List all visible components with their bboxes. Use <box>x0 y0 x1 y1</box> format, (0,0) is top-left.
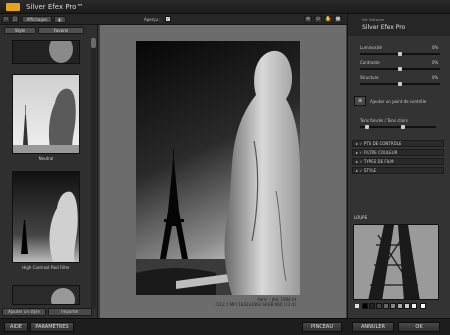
contraste-slider[interactable] <box>360 67 440 71</box>
tone-slider[interactable] <box>360 125 436 129</box>
eiffel-statue-image <box>136 41 300 295</box>
section-label: FILTRE COULEUR <box>363 150 398 155</box>
hand-icon[interactable]: ✋ <box>324 16 332 23</box>
tab-favoris[interactable]: Favoris <box>38 27 84 34</box>
swatch-6[interactable] <box>397 303 403 309</box>
tab-style[interactable]: Style <box>4 27 36 34</box>
preview-photo[interactable] <box>136 41 300 295</box>
structure-slider[interactable] <box>360 82 440 86</box>
luminosite-value: 0% <box>432 45 439 50</box>
app-logo-icon <box>6 3 20 11</box>
section-control-points[interactable]: ▸ ✓ PTS DE CONTRÔLE <box>352 140 444 147</box>
style-list-scrollbar[interactable] <box>91 38 96 308</box>
panel-title: Silver Efex Pro <box>362 24 406 31</box>
expand-icon: ▸ ✓ <box>356 141 364 146</box>
style-thumb-high-contrast[interactable] <box>12 171 80 263</box>
section-label: PTS DE CONTRÔLE <box>363 141 402 146</box>
expand-icon: ▸ ✓ <box>356 159 364 164</box>
section-film-types[interactable]: ▸ ✓ TYPES DE FILM <box>352 158 444 165</box>
tone-knob-left[interactable] <box>365 125 369 129</box>
apercu-checkbox[interactable]: ✓ <box>165 16 171 22</box>
swatch-9[interactable] <box>420 303 426 309</box>
expand-icon: ▸ ✓ <box>356 168 364 173</box>
structure-value: 0% <box>432 75 439 80</box>
structure-label: Structure <box>360 75 379 80</box>
photo-meta: (112.7 MP) 1842x2662 SRGB 8bit (12:4) <box>215 302 296 307</box>
preview-canvas: Paris – JAH_1984.tif (112.7 MP) 1842x266… <box>100 25 346 318</box>
loupe-image <box>354 225 438 299</box>
thumb-label-high-contrast: High Contrast Red Filter <box>22 265 70 270</box>
nik-software-label: Nik Software <box>362 18 385 22</box>
style-thumb-neutral[interactable] <box>12 74 80 154</box>
import-button[interactable]: Importer <box>48 308 92 316</box>
swatch-5[interactable] <box>390 303 396 309</box>
thumb-neutral-image <box>13 75 79 153</box>
affichages-button[interactable]: Affichages <box>22 16 52 23</box>
structure-knob[interactable] <box>398 82 402 86</box>
app-window: Silver Efex Pro™ ▭ ◫ Affichages ◧ Aperçu… <box>0 0 450 335</box>
swatch-7[interactable] <box>404 303 410 309</box>
picker-icon[interactable] <box>355 304 359 308</box>
thumb-bottom-image <box>13 286 79 312</box>
zoom-in-icon[interactable]: ⊙ <box>314 16 322 23</box>
swatch-2[interactable] <box>369 303 375 309</box>
luminosite-knob[interactable] <box>398 52 402 56</box>
loupe-label: LOUPE <box>354 215 368 220</box>
contraste-value: 0% <box>432 60 439 65</box>
help-button[interactable]: AIDE <box>4 322 28 332</box>
thumb-top-image <box>13 35 79 63</box>
expand-icon: ▸ ✓ <box>356 150 364 155</box>
contraste-label: Contraste <box>360 60 380 65</box>
luminosite-slider[interactable] <box>360 52 440 56</box>
style-thumb-bottom[interactable] <box>12 285 80 312</box>
luminosite-label: Luminosité <box>360 45 382 50</box>
style-panel: Style Favoris Neutral High Contrast Red … <box>0 25 98 318</box>
zoom-fit-icon[interactable]: ⊕ <box>304 16 312 23</box>
section-color-filter[interactable]: ▸ ✓ FILTRE COULEUR <box>352 149 444 156</box>
section-label: STYLE <box>363 168 377 173</box>
tone-knob-right[interactable] <box>401 125 405 129</box>
panel-header: Nik Software Silver Efex Pro <box>348 14 450 36</box>
swatch-4[interactable] <box>383 303 389 309</box>
swatch-8[interactable] <box>411 303 417 309</box>
apercu-label: Aperçu : <box>144 17 161 22</box>
add-control-point-label[interactable]: Ajouter un point de contrôle <box>370 99 426 104</box>
view-toggle-button[interactable]: ◧ <box>54 16 66 23</box>
bottom-bar: AIDE PARAMÈTRES PINCEAU ANNULER OK <box>0 318 450 335</box>
brush-button[interactable]: PINCEAU <box>302 322 342 332</box>
view-single-icon[interactable]: ▭ <box>2 16 10 23</box>
app-title: Silver Efex Pro™ <box>26 3 84 11</box>
thumb-label-neutral: Neutral <box>38 156 54 161</box>
add-style-button[interactable]: Ajouter un style <box>2 308 46 316</box>
adjustments-panel: Nik Software Silver Efex Pro Luminosité … <box>347 14 450 319</box>
swatch-1[interactable] <box>362 303 368 309</box>
loupe-view[interactable] <box>353 224 439 300</box>
section-style[interactable]: ▸ ✓ STYLE <box>352 167 444 174</box>
photo-caption: Paris – JAH_1984.tif (112.7 MP) 1842x266… <box>136 297 296 307</box>
ok-button[interactable]: OK <box>398 322 440 332</box>
settings-button[interactable]: PARAMÈTRES <box>30 322 74 332</box>
add-control-point-icon[interactable]: ⊕ <box>354 96 366 106</box>
swatch-3[interactable] <box>376 303 382 309</box>
section-label: TYPES DE FILM <box>363 159 394 164</box>
cancel-button[interactable]: ANNULER <box>352 322 394 332</box>
tone-label: Tons foncés / Tons clairs <box>360 118 408 123</box>
style-thumb-top[interactable] <box>12 35 80 64</box>
thumb-high-contrast-image <box>13 172 79 262</box>
scrollbar-thumb[interactable] <box>91 38 96 48</box>
view-split-icon[interactable]: ◫ <box>11 16 19 23</box>
bg-color-icon[interactable]: ■ <box>334 16 342 23</box>
title-bar: Silver Efex Pro™ <box>0 0 450 14</box>
contraste-knob[interactable] <box>398 67 402 71</box>
